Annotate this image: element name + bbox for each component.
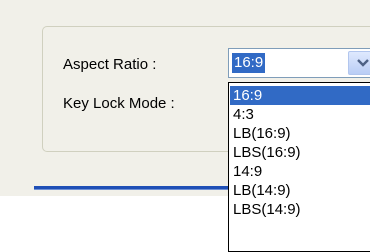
- key-lock-mode-label: Key Lock Mode :: [63, 95, 175, 112]
- aspect-ratio-combobox[interactable]: 16:9: [228, 48, 370, 78]
- aspect-ratio-selected-value: 16:9: [232, 53, 266, 73]
- aspect-ratio-option[interactable]: LBS(16:9): [230, 143, 370, 162]
- aspect-ratio-option[interactable]: 16:9: [230, 86, 370, 105]
- aspect-ratio-option[interactable]: LBS(14:9): [230, 200, 370, 219]
- chevron-down-icon: [357, 59, 369, 67]
- aspect-ratio-option[interactable]: LB(14:9): [230, 181, 370, 200]
- dropdown-arrow-button[interactable]: [348, 51, 370, 75]
- aspect-ratio-option[interactable]: 14:9: [230, 162, 370, 181]
- aspect-ratio-dropdown-list: 16:9 4:3 LB(16:9) LBS(16:9) 14:9 LB(14:9…: [228, 82, 370, 252]
- aspect-ratio-label: Aspect Ratio :: [63, 56, 157, 73]
- aspect-ratio-option[interactable]: 4:3: [230, 105, 370, 124]
- aspect-ratio-option[interactable]: LB(16:9): [230, 124, 370, 143]
